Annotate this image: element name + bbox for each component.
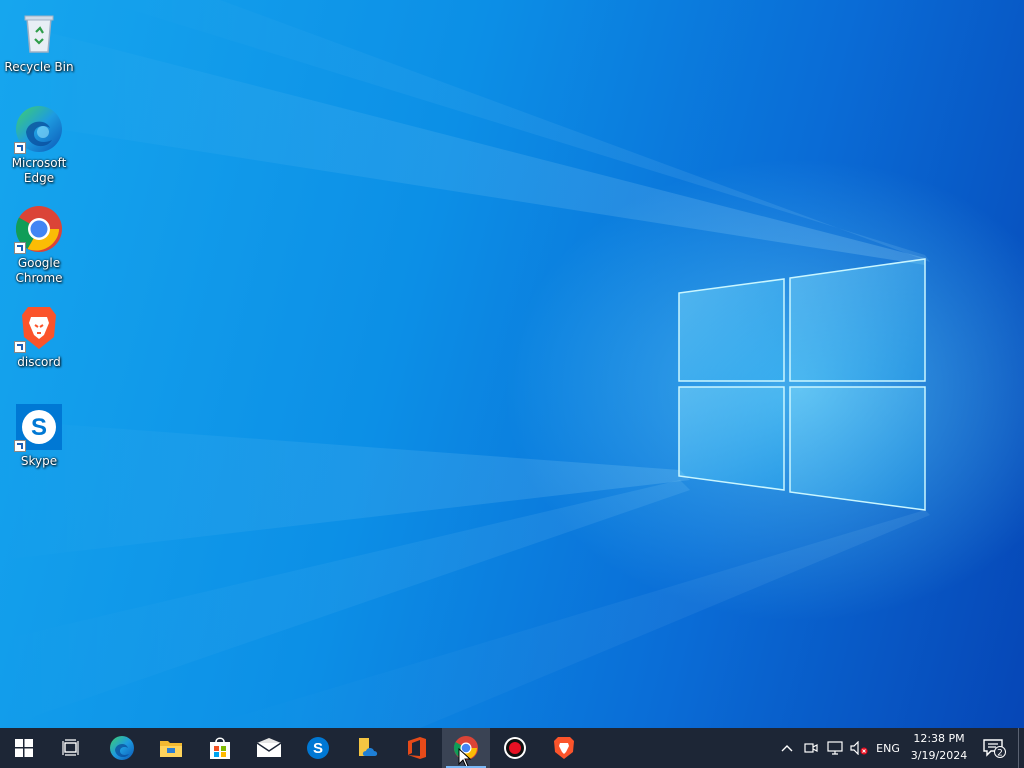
taskbar-file-explorer-button[interactable] — [147, 728, 195, 768]
taskbar-brave-button[interactable] — [540, 728, 588, 768]
taskbar: S ENG 12:38 PM 3/19/2024 2 — [0, 728, 1024, 768]
record-icon — [504, 737, 526, 759]
skype-icon: S — [307, 737, 329, 759]
shortcut-arrow-icon — [14, 142, 26, 154]
action-center-button[interactable]: 2 — [978, 728, 1010, 768]
recycle-bin-icon — [14, 8, 64, 58]
camera-icon — [804, 743, 818, 753]
taskbar-mail-button[interactable] — [245, 728, 293, 768]
desktop-icon-recycle-bin[interactable]: Recycle Bin — [4, 8, 74, 75]
start-button[interactable] — [0, 728, 48, 768]
brave-icon — [554, 737, 574, 759]
windows-logo-icon — [15, 739, 33, 757]
desktop-icon-label: Google Chrome — [15, 256, 63, 285]
tray-meet-now-button[interactable] — [801, 728, 821, 768]
network-icon — [827, 741, 843, 755]
svg-text:S: S — [313, 740, 323, 757]
svg-text:S: S — [31, 414, 47, 441]
wallpaper-windows-logo — [0, 0, 930, 728]
desktop-icon-google-chrome[interactable]: Google Chrome — [4, 204, 74, 286]
clock-time: 12:38 PM — [913, 732, 965, 745]
skype-icon: S — [14, 402, 64, 452]
shortcut-arrow-icon — [14, 440, 26, 452]
desktop-icon-label: Microsoft Edge — [11, 156, 67, 185]
brave-icon — [14, 303, 64, 353]
volume-muted-icon — [850, 741, 868, 755]
language-indicator: ENG — [876, 741, 900, 755]
taskbar-onedrive-files-button[interactable] — [344, 728, 392, 768]
taskbar-store-button[interactable] — [196, 728, 244, 768]
taskbar-recorder-button[interactable] — [491, 728, 539, 768]
taskbar-office-button[interactable] — [393, 728, 441, 768]
desktop-icon-discord[interactable]: discord — [4, 303, 74, 370]
tray-volume-button[interactable] — [848, 728, 870, 768]
shortcut-arrow-icon — [14, 242, 26, 254]
taskbar-chrome-button[interactable] — [442, 728, 490, 768]
notifications-icon: 2 — [983, 739, 1006, 759]
taskbar-edge-button[interactable] — [98, 728, 146, 768]
clock-date: 3/19/2024 — [910, 749, 968, 762]
desktop-icon-skype[interactable]: S Skype — [4, 402, 74, 469]
store-icon — [210, 737, 230, 759]
chevron-up-icon — [781, 745, 793, 752]
show-desktop-button[interactable] — [1018, 728, 1024, 768]
desktop-icon-label: Recycle Bin — [4, 60, 74, 74]
mail-icon — [256, 738, 282, 757]
office-icon — [408, 737, 426, 759]
chrome-icon — [14, 204, 64, 254]
tray-clock-button[interactable]: 12:38 PM 3/19/2024 — [906, 730, 972, 764]
edge-icon — [110, 736, 134, 760]
folder-icon — [160, 741, 182, 757]
task-view-button[interactable] — [48, 728, 96, 768]
desktop-wallpaper: Recycle Bin Microsoft Edge Google Chrome… — [0, 0, 1024, 728]
tray-network-button[interactable] — [824, 728, 846, 768]
desktop-icon-label: discord — [17, 355, 61, 369]
tray-language-button[interactable]: ENG — [872, 728, 904, 768]
shortcut-arrow-icon — [14, 341, 26, 353]
desktop-icon-microsoft-edge[interactable]: Microsoft Edge — [4, 104, 74, 186]
task-view-icon — [62, 739, 79, 756]
notification-count: 2 — [997, 749, 1003, 759]
desktop-icon-label: Skype — [20, 454, 58, 468]
onedrive-icon — [359, 738, 378, 756]
taskbar-skype-button[interactable]: S — [294, 728, 342, 768]
edge-icon — [14, 104, 64, 154]
mouse-cursor-icon — [458, 748, 472, 768]
show-hidden-icons-button[interactable] — [776, 728, 798, 768]
